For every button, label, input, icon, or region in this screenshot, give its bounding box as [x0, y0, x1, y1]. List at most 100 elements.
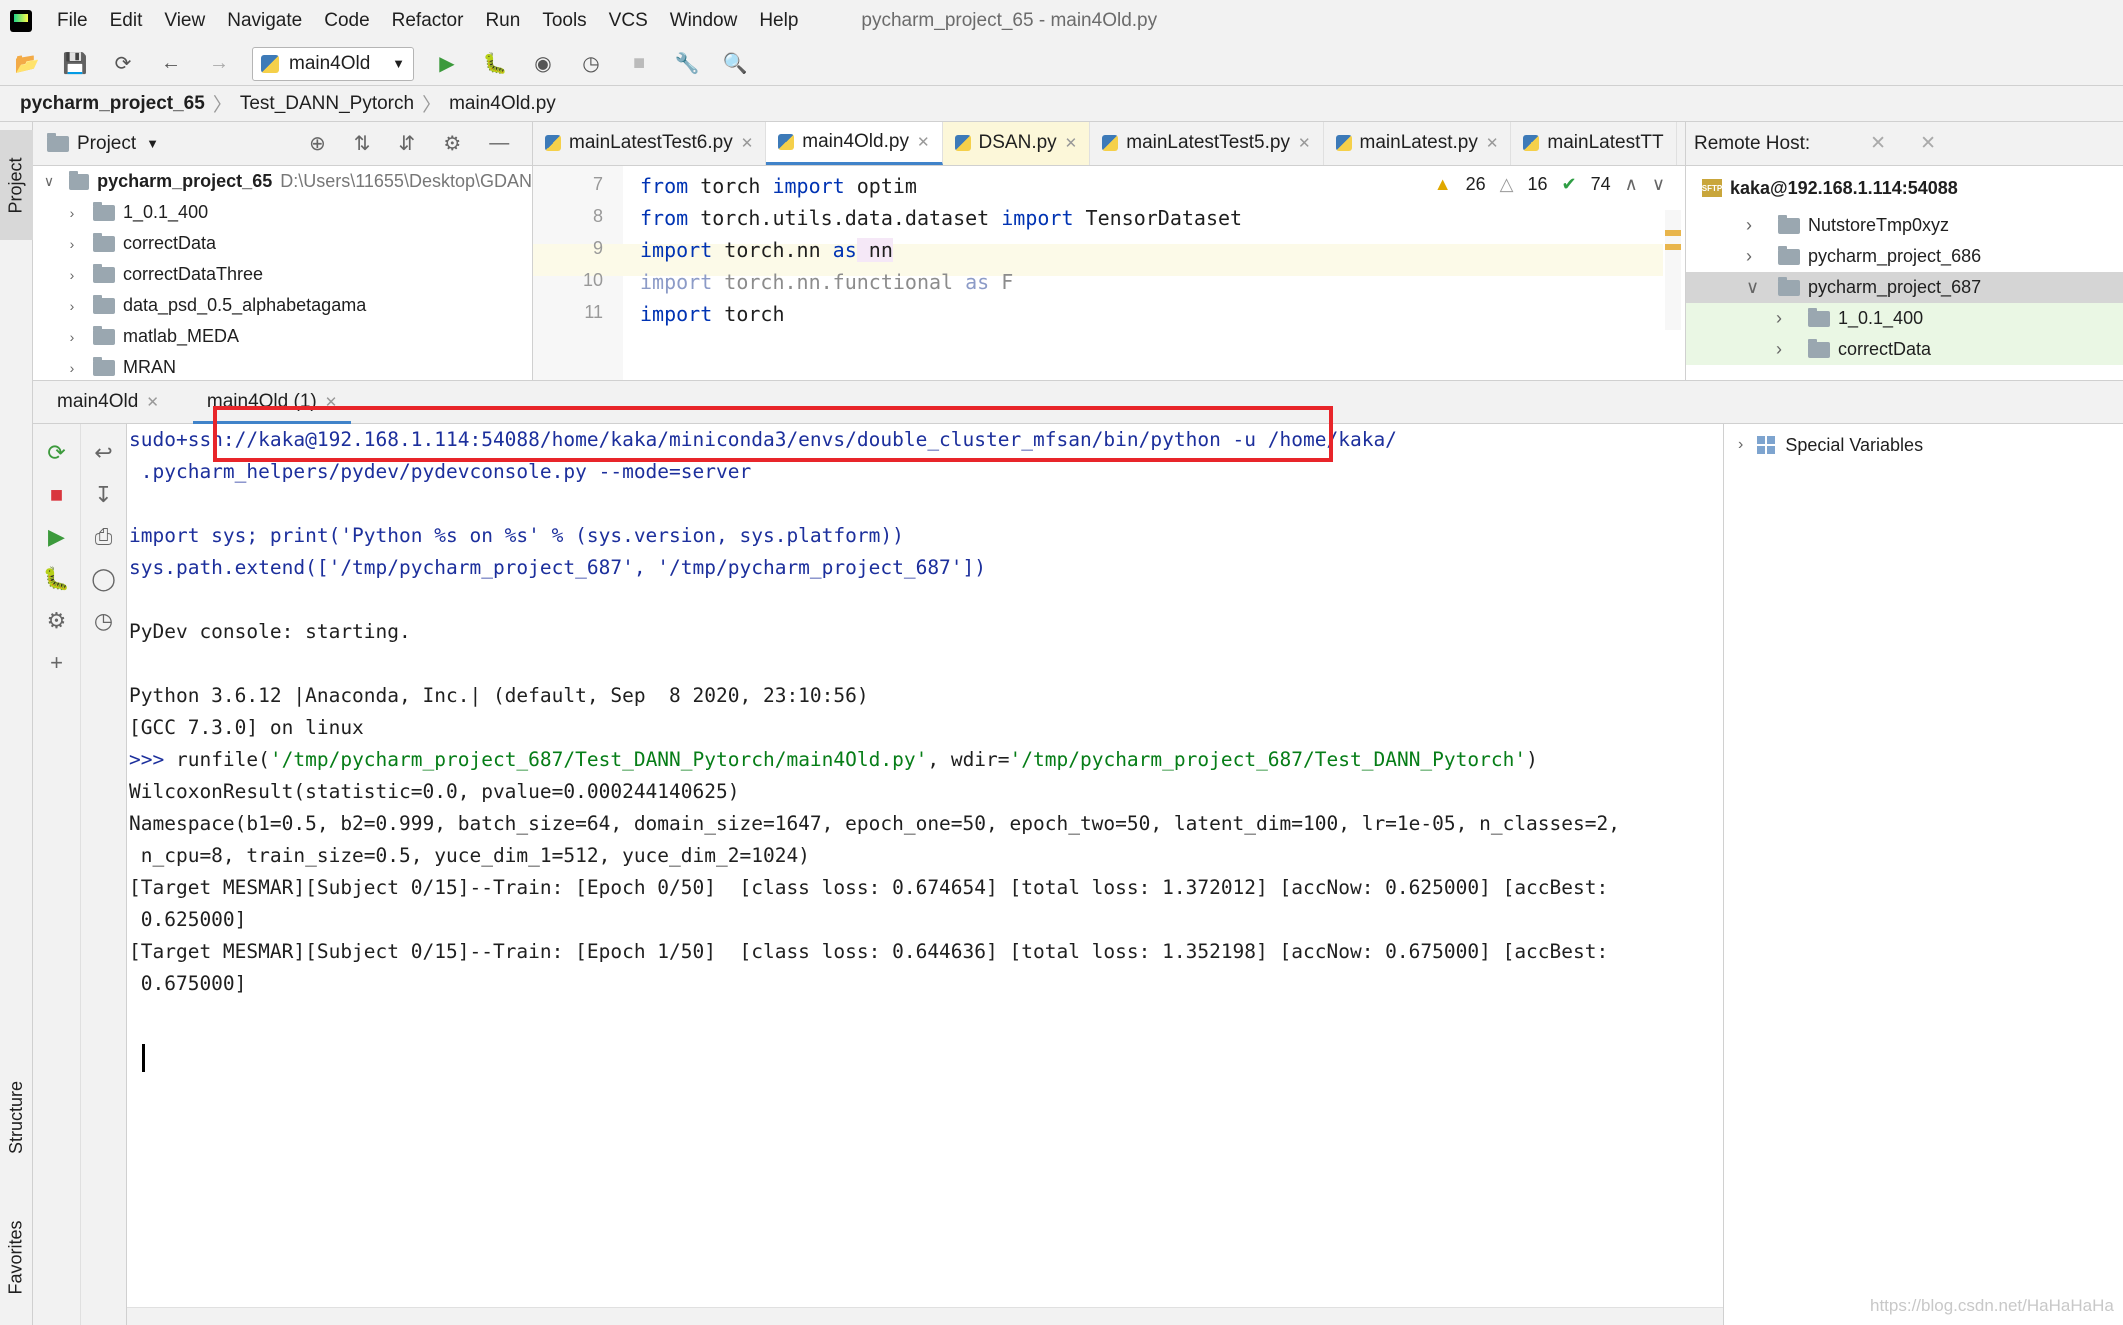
close-icon[interactable]: ✕	[917, 133, 930, 151]
menu-help[interactable]: Help	[748, 10, 809, 32]
search-icon[interactable]: 🔍	[720, 49, 750, 79]
code-line[interactable]: from torch.utils.data.dataset import Ten…	[640, 206, 1242, 230]
menu-tools[interactable]: Tools	[531, 10, 597, 32]
breadcrumb-folder[interactable]: Test_DANN_Pytorch	[240, 93, 414, 115]
close-icon[interactable]: ✕	[741, 134, 754, 152]
remote-tree-item[interactable]: › 1_0.1_400	[1686, 303, 2123, 334]
close-icon[interactable]: ✕	[1065, 134, 1078, 152]
code-line[interactable]: import torch	[640, 302, 785, 326]
tab-project[interactable]: Project	[0, 130, 33, 240]
wrench-icon[interactable]: 🔧	[672, 49, 702, 79]
run-icon[interactable]: ▶	[33, 520, 80, 554]
tab-mainlatest[interactable]: mainLatest.py ✕	[1324, 122, 1512, 165]
breadcrumb-project[interactable]: pycharm_project_65	[20, 93, 205, 115]
back-arrow-icon[interactable]: ←	[156, 49, 186, 79]
run-tab-main4old[interactable]: main4Old ✕	[33, 380, 183, 424]
close-icon[interactable]: ✕	[1486, 134, 1499, 152]
menu-edit[interactable]: Edit	[99, 10, 154, 32]
menu-vcs[interactable]: VCS	[598, 10, 659, 32]
rerun-icon[interactable]: ⟳	[33, 436, 80, 470]
breadcrumb-file[interactable]: main4Old.py	[449, 93, 556, 115]
python-console[interactable]: sudo+ssh://kaka@192.168.1.114:54088/home…	[127, 424, 1723, 1325]
tree-item[interactable]: › matlab_MEDA	[33, 321, 532, 352]
menu-refactor[interactable]: Refactor	[381, 10, 475, 32]
sync-icon[interactable]: ⟳	[108, 49, 138, 79]
soft-wrap-icon[interactable]: ↩	[81, 436, 126, 470]
print-icon[interactable]: ⎙	[81, 520, 126, 554]
close-icon[interactable]: ✕	[1298, 134, 1311, 152]
console-line: 0.625000]	[129, 908, 247, 931]
show-variables-icon[interactable]: ◯	[81, 562, 126, 596]
code-line[interactable]: import torch.nn.functional as F	[640, 270, 1013, 294]
line-number: 10	[582, 270, 603, 290]
tree-item[interactable]: › correctData	[33, 228, 532, 259]
tab-main4old[interactable]: main4Old.py ✕	[766, 122, 943, 165]
remote-tree-item[interactable]: › correctData	[1686, 334, 2123, 365]
locate-icon[interactable]: ⊕	[309, 131, 326, 156]
profile-icon[interactable]: ◷	[576, 49, 606, 79]
tab-dsan[interactable]: DSAN.py ✕	[942, 122, 1091, 165]
remote-tree-item-selected[interactable]: ∨ pycharm_project_687	[1686, 272, 2123, 303]
chevron-down-icon[interactable]: ▼	[146, 136, 159, 151]
console-line: 0.675000]	[129, 972, 247, 995]
inspection-widget[interactable]: ▲ 26 △ 16 ✔ 74 ∧ ∨	[1434, 174, 1665, 195]
remote-tree-item[interactable]: › pycharm_project_686	[1686, 241, 2123, 272]
folder-icon	[93, 325, 115, 345]
tab-structure[interactable]: Structure	[0, 1052, 33, 1182]
stop-icon[interactable]: ■	[624, 49, 654, 79]
plus-icon[interactable]: +	[33, 646, 80, 680]
scroll-to-end-icon[interactable]: ↧	[81, 478, 126, 512]
chevron-right-icon: 〉	[212, 95, 232, 116]
open-folder-icon[interactable]: 📂	[12, 49, 42, 79]
minimize-icon[interactable]: —	[489, 132, 509, 155]
gear-icon[interactable]: ⚙	[443, 131, 461, 156]
console-line: sys.path.extend(['/tmp/pycharm_project_6…	[129, 556, 987, 579]
save-icon[interactable]: 💾	[60, 49, 90, 79]
expand-all-icon[interactable]: ⇅	[354, 131, 371, 156]
menu-run[interactable]: Run	[474, 10, 531, 32]
python-file-icon	[954, 135, 971, 151]
chevron-up-icon[interactable]: ∧	[1625, 174, 1638, 195]
tab-list-dropdown[interactable]: ∨	[1677, 122, 1685, 165]
code-line[interactable]: import torch.nn as nn	[640, 238, 893, 262]
menu-code[interactable]: Code	[313, 10, 380, 32]
tree-item[interactable]: › MRAN	[33, 352, 532, 380]
close-icon[interactable]: ✕	[1920, 132, 1936, 155]
tree-item[interactable]: › correctDataThree	[33, 259, 532, 290]
remote-host-title: Remote Host:	[1694, 132, 1811, 154]
stop-icon[interactable]: ■	[33, 478, 80, 512]
project-view-select[interactable]: Project	[77, 133, 136, 155]
tree-item[interactable]: › 1_0.1_400	[33, 197, 532, 228]
console-horizontal-scrollbar[interactable]	[127, 1307, 1723, 1325]
tree-item[interactable]: › data_psd_0.5_alphabetagama	[33, 290, 532, 321]
chevron-down-icon[interactable]: ∨	[1652, 174, 1665, 195]
close-icon[interactable]: ✕	[146, 393, 159, 411]
special-variables-row[interactable]: › Special Variables	[1724, 424, 2123, 466]
python-file-icon	[778, 133, 795, 150]
close-icon[interactable]: ✕	[1870, 132, 1886, 155]
remote-tree-item[interactable]: › NutstoreTmp0xyz	[1686, 210, 2123, 241]
debug-icon[interactable]: 🐛	[480, 49, 510, 79]
gear-icon[interactable]: ⚙	[33, 604, 80, 638]
code-line[interactable]: from torch import optim	[640, 174, 917, 198]
menu-window[interactable]: Window	[659, 10, 749, 32]
debug-icon[interactable]: 🐛	[33, 562, 80, 596]
variables-panel: › Special Variables	[1723, 424, 2123, 1325]
menu-view[interactable]: View	[153, 10, 216, 32]
tab-mainlatesttest5[interactable]: mainLatestTest5.py ✕	[1090, 122, 1324, 165]
forward-arrow-icon[interactable]: →	[204, 49, 234, 79]
collapse-all-icon[interactable]: ⇵	[399, 131, 416, 156]
folder-icon	[1778, 214, 1800, 234]
run-icon[interactable]: ▶	[432, 49, 462, 79]
tab-mainlatesttest6[interactable]: mainLatestTest6.py ✕	[533, 122, 767, 165]
coverage-icon[interactable]: ◉	[528, 49, 558, 79]
menu-file[interactable]: File	[46, 10, 99, 32]
run-config-select[interactable]: main4Old ▼	[252, 46, 414, 81]
menu-navigate[interactable]: Navigate	[216, 10, 313, 32]
editor-scrollbar[interactable]	[1665, 210, 1681, 330]
history-clock-icon[interactable]: ◷	[81, 604, 126, 638]
remote-host-row[interactable]: SFTP kaka@192.168.1.114:54088	[1686, 166, 2123, 210]
tab-mainlatesttt[interactable]: mainLatestTT	[1511, 122, 1677, 165]
tab-favorites[interactable]: Favorites	[0, 1197, 33, 1317]
tree-root[interactable]: ∨ pycharm_project_65 D:\Users\11655\Desk…	[33, 166, 532, 197]
